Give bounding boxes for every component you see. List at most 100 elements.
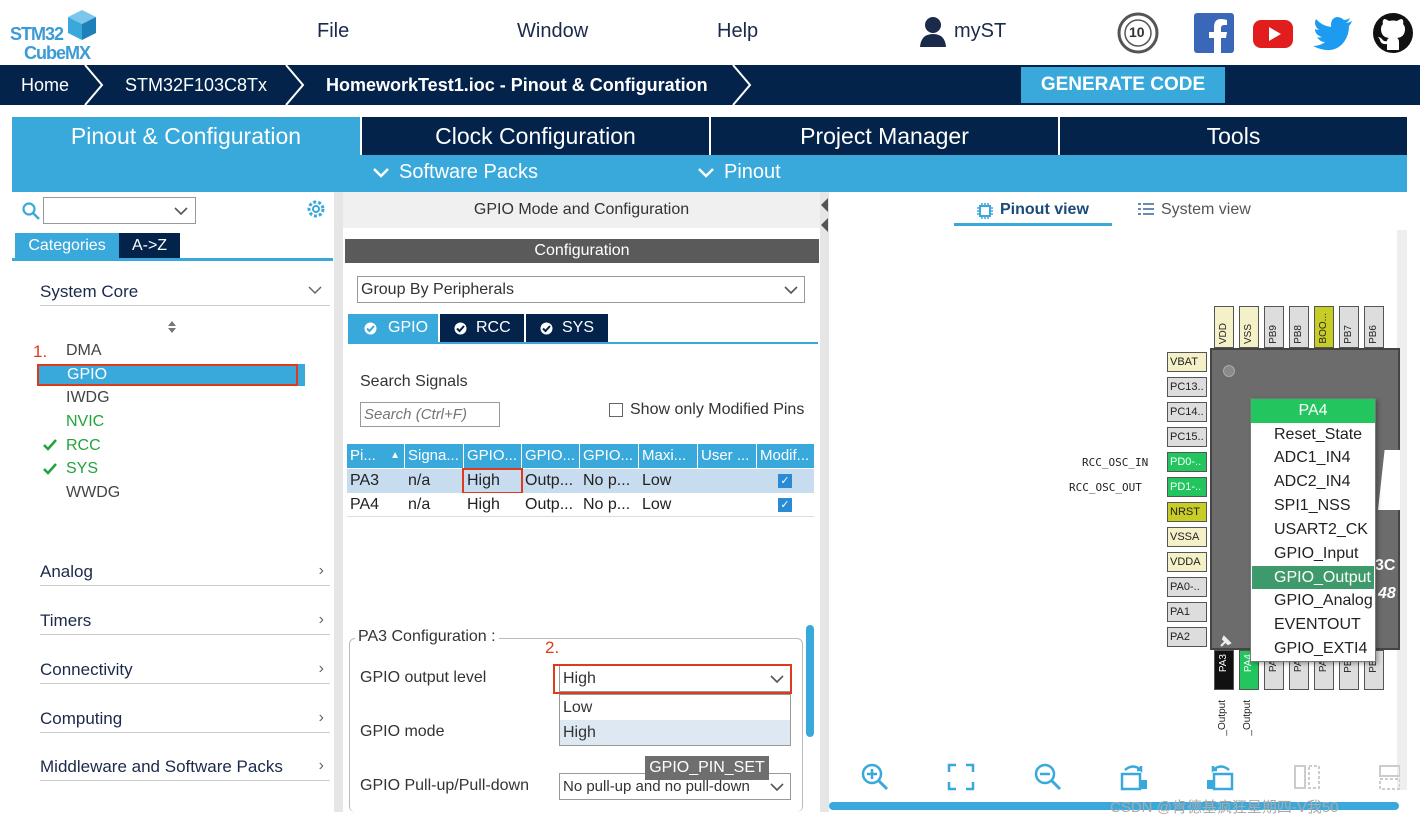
tab-categories[interactable]: Categories: [15, 233, 119, 258]
item-nvic[interactable]: NVIC: [66, 413, 104, 431]
pin-left-vbat[interactable]: VBAT: [1167, 352, 1207, 372]
context-item-adc1-in4[interactable]: ADC1_IN4: [1252, 446, 1374, 469]
pin-left-pd1[interactable]: PD1-..: [1167, 477, 1207, 497]
col-user-label[interactable]: User ...: [698, 444, 756, 468]
breadcrumb-home[interactable]: Home: [21, 75, 69, 96]
subtab-pinout[interactable]: Pinout: [724, 161, 781, 184]
menu-file[interactable]: File: [317, 20, 349, 43]
pin-top-pb7[interactable]: PB7: [1339, 306, 1359, 348]
category-connectivity[interactable]: Connectivity ›: [40, 660, 330, 680]
anniversary-badge-icon[interactable]: 10: [1117, 12, 1159, 54]
item-iwdg[interactable]: IWDG: [66, 389, 110, 407]
rotate-right-icon[interactable]: [1119, 762, 1149, 792]
modified-checkbox[interactable]: ✓: [778, 498, 792, 512]
col-gpio-pull[interactable]: GPIO...: [580, 444, 638, 468]
pin-top-pb8[interactable]: PB8: [1289, 306, 1309, 348]
facebook-icon[interactable]: [1193, 12, 1235, 54]
category-middleware[interactable]: Middleware and Software Packs ›: [40, 757, 330, 777]
menu-myst[interactable]: myST: [954, 20, 1006, 43]
pin-left-pa2[interactable]: PA2: [1167, 627, 1207, 647]
menu-help[interactable]: Help: [717, 20, 758, 43]
col-pin[interactable]: Pi... ▲: [347, 444, 404, 468]
pin-bottom-pa3[interactable]: PA3: [1214, 650, 1234, 690]
pin-left-pa1[interactable]: PA1: [1167, 602, 1207, 622]
show-modified-checkbox[interactable]: [609, 403, 623, 417]
col-maximum[interactable]: Maxi...: [639, 444, 697, 468]
context-item-usart2-ck[interactable]: USART2_CK: [1252, 518, 1374, 541]
user-icon[interactable]: [918, 16, 948, 48]
pin-left-pc15[interactable]: PC15..: [1167, 427, 1207, 447]
search-signals-input[interactable]: [360, 402, 500, 427]
rotate-left-icon[interactable]: [1205, 762, 1235, 792]
tab-clock-configuration[interactable]: Clock Configuration: [362, 117, 709, 155]
option-high[interactable]: High: [560, 720, 790, 745]
scrollbar-thumb[interactable]: [806, 625, 814, 737]
pin-top-pb9[interactable]: PB9: [1264, 306, 1284, 348]
tab-rcc[interactable]: RCC: [440, 314, 524, 342]
category-computing[interactable]: Computing ›: [40, 709, 330, 729]
gear-icon[interactable]: [305, 198, 327, 220]
tab-tools[interactable]: Tools: [1060, 117, 1407, 155]
tab-system-view[interactable]: System view: [1161, 201, 1251, 219]
pin-left-pa0[interactable]: PA0-..: [1167, 577, 1207, 597]
pin-top-pb6[interactable]: PB6: [1364, 306, 1384, 348]
tab-a-z[interactable]: A->Z: [119, 233, 180, 258]
item-wwdg[interactable]: WWDG: [66, 484, 120, 502]
generate-code-button[interactable]: GENERATE CODE: [1021, 67, 1225, 103]
fit-screen-icon[interactable]: [946, 762, 976, 792]
pin-top-vdd[interactable]: VDD: [1214, 306, 1234, 348]
context-item-gpio-exti4[interactable]: GPIO_EXTI4: [1252, 637, 1374, 660]
col-gpio-output-level[interactable]: GPIO...: [464, 444, 521, 468]
modified-checkbox[interactable]: ✓: [778, 474, 792, 488]
category-system-core[interactable]: System Core: [40, 282, 330, 302]
check-circle-icon: [454, 322, 467, 335]
twitter-icon[interactable]: [1312, 12, 1354, 54]
item-rcc[interactable]: RCC: [66, 437, 101, 455]
context-item-reset-state[interactable]: Reset_State: [1252, 423, 1374, 446]
pin-left-pc14[interactable]: PC14..: [1167, 402, 1207, 422]
col-signal[interactable]: Signa...: [405, 444, 463, 468]
category-timers[interactable]: Timers ›: [40, 611, 330, 631]
zoom-out-icon[interactable]: [1033, 762, 1063, 792]
highlight-box-output-level: [462, 468, 523, 494]
github-icon[interactable]: [1372, 12, 1414, 54]
context-item-gpio-analog[interactable]: GPIO_Analog: [1252, 589, 1374, 612]
pin-left-pd0[interactable]: PD0-..: [1167, 452, 1207, 472]
category-search-input[interactable]: [43, 197, 196, 224]
option-low[interactable]: Low: [560, 695, 790, 720]
pin-top-boot0[interactable]: BOO...: [1314, 306, 1334, 348]
col-modified[interactable]: Modif...: [757, 444, 814, 468]
pin-left-nrst[interactable]: NRST: [1167, 502, 1207, 522]
subtab-software-packs[interactable]: Software Packs: [399, 161, 538, 184]
tab-sys[interactable]: SYS: [526, 314, 608, 342]
context-item-gpio-input[interactable]: GPIO_Input: [1252, 542, 1374, 565]
item-dma[interactable]: DMA: [66, 342, 102, 360]
zoom-in-icon[interactable]: [860, 762, 890, 792]
pin-top-vss[interactable]: VSS: [1239, 306, 1259, 348]
flip-horizontal-icon[interactable]: [1378, 762, 1400, 792]
pin-left-pc13[interactable]: PC13..: [1167, 377, 1207, 397]
context-item-gpio-output[interactable]: GPIO_Output: [1252, 566, 1374, 589]
category-analog[interactable]: Analog ›: [40, 562, 330, 582]
breadcrumb-project[interactable]: HomeworkTest1.ioc - Pinout & Configurati…: [326, 75, 708, 96]
tab-label: RCC: [476, 319, 511, 336]
col-gpio-mode[interactable]: GPIO...: [522, 444, 579, 468]
tab-pinout-view[interactable]: Pinout view: [1000, 201, 1089, 219]
sort-icon[interactable]: [166, 320, 178, 334]
youtube-icon[interactable]: [1252, 12, 1294, 54]
context-item-adc2-in4[interactable]: ADC2_IN4: [1252, 470, 1374, 493]
context-item-spi1-nss[interactable]: SPI1_NSS: [1252, 494, 1374, 517]
flip-vertical-icon[interactable]: [1292, 762, 1322, 792]
pin-left-vdda[interactable]: VDDA: [1167, 552, 1207, 572]
menu-window[interactable]: Window: [517, 20, 588, 43]
item-sys[interactable]: SYS: [66, 460, 98, 478]
collapse-left-icon[interactable]: [820, 196, 829, 236]
group-by-select[interactable]: Group By Peripherals: [357, 276, 805, 303]
breadcrumb-device[interactable]: STM32F103C8Tx: [125, 75, 267, 96]
context-item-eventout[interactable]: EVENTOUT: [1252, 613, 1374, 636]
tab-project-manager[interactable]: Project Manager: [711, 117, 1058, 155]
tab-pinout-configuration[interactable]: Pinout & Configuration: [12, 117, 360, 155]
pin-left-vssa[interactable]: VSSA: [1167, 527, 1207, 547]
pa3-config-title: PA3 Configuration :: [355, 628, 499, 646]
tab-gpio[interactable]: GPIO: [348, 314, 438, 342]
